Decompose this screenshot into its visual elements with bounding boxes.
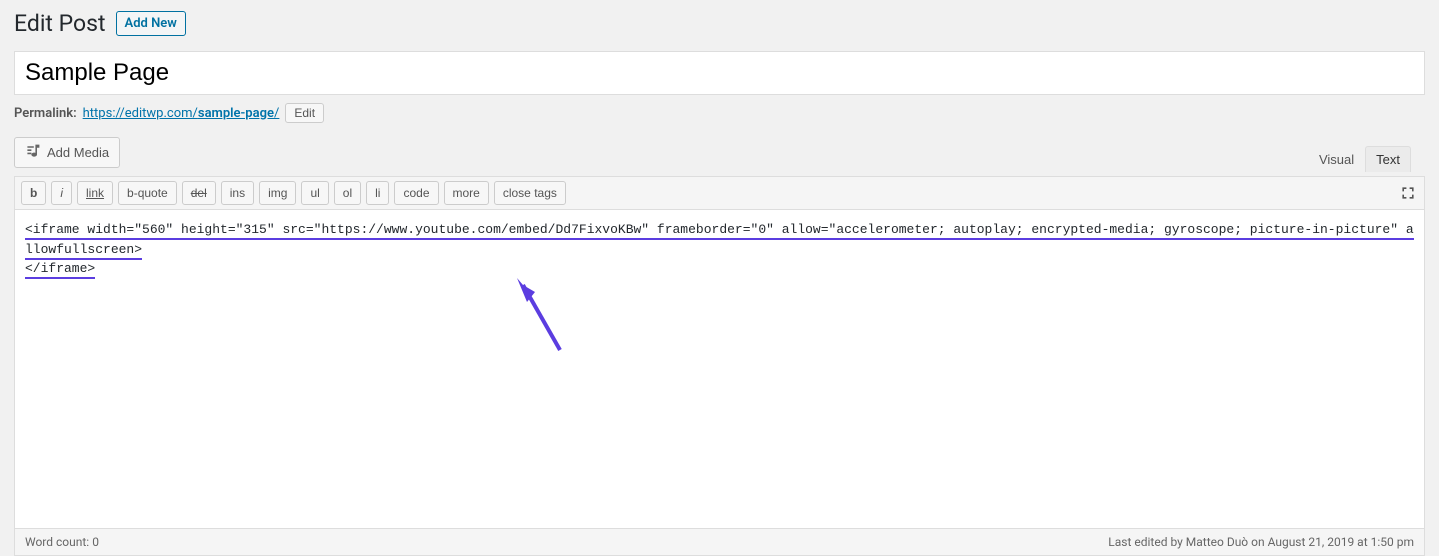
permalink-url[interactable]: https://editwp.com/sample-page/ [83, 106, 280, 121]
fullscreen-icon[interactable] [1398, 183, 1418, 203]
code-button[interactable]: code [394, 181, 438, 205]
page-title: Edit Post [14, 10, 106, 37]
permalink-row: Permalink: https://editwp.com/sample-pag… [14, 103, 1425, 123]
add-new-button[interactable]: Add New [116, 11, 186, 36]
more-button[interactable]: more [444, 181, 489, 205]
link-button[interactable]: link [77, 181, 113, 205]
post-title-input[interactable] [14, 51, 1425, 95]
text-editor-area[interactable]: <iframe width="560" height="315" src="ht… [14, 209, 1425, 529]
bquote-button[interactable]: b-quote [118, 181, 177, 205]
li-button[interactable]: li [366, 181, 389, 205]
editor-line-2: </iframe> [25, 261, 95, 279]
del-button[interactable]: del [182, 181, 216, 205]
music-note-icon [25, 143, 41, 162]
ol-button[interactable]: ol [334, 181, 361, 205]
text-editor-toolbar: b i link b-quote del ins img ul ol li co… [14, 176, 1425, 209]
bold-button[interactable]: b [21, 181, 46, 205]
italic-button[interactable]: i [51, 181, 72, 205]
add-media-button[interactable]: Add Media [14, 137, 120, 168]
ins-button[interactable]: ins [221, 181, 254, 205]
add-media-label: Add Media [47, 145, 109, 160]
word-count: Word count: 0 [25, 535, 99, 549]
close-tags-button[interactable]: close tags [494, 181, 566, 205]
tab-visual[interactable]: Visual [1308, 146, 1365, 172]
ul-button[interactable]: ul [301, 181, 328, 205]
last-edited: Last edited by Matteo Duò on August 21, … [1108, 535, 1414, 549]
editor-line-1: <iframe width="560" height="315" src="ht… [25, 222, 1414, 260]
tab-text[interactable]: Text [1365, 146, 1411, 172]
edit-permalink-button[interactable]: Edit [285, 103, 324, 123]
img-button[interactable]: img [259, 181, 296, 205]
permalink-label: Permalink: [14, 106, 77, 121]
status-bar: Word count: 0 Last edited by Matteo Duò … [14, 529, 1425, 556]
